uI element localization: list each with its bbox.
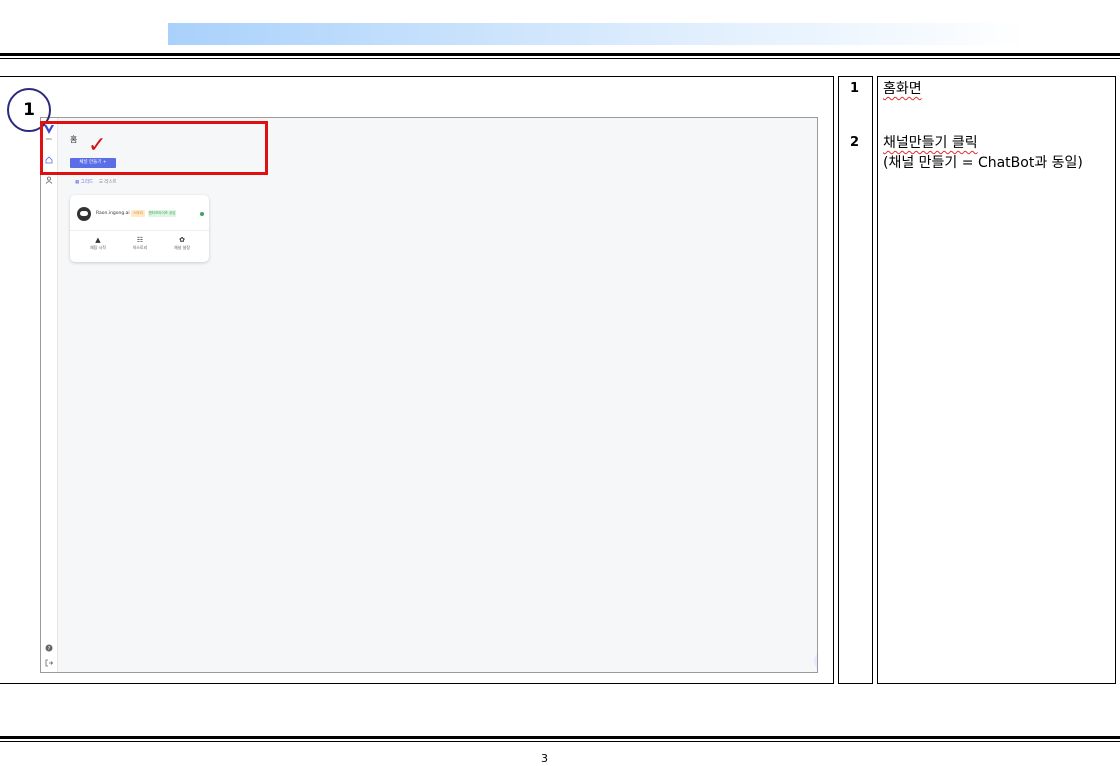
history-action[interactable]: ☷ 히스토리 xyxy=(120,236,160,251)
step-number-1: 1 xyxy=(850,81,860,96)
step-number-column: 1 2 xyxy=(838,76,873,684)
view-toggle: ▦ 그리드 ☰ 리스트 xyxy=(75,179,117,185)
channel-name: Raon.ingong.ai xyxy=(96,211,130,216)
card-divider xyxy=(70,230,209,231)
highlight-box xyxy=(40,121,268,175)
history-label: 히스토리 xyxy=(132,245,148,250)
header-rule-thin xyxy=(0,58,1120,59)
help-icon[interactable]: ? xyxy=(41,644,57,654)
step-number-2: 2 xyxy=(850,135,860,150)
type-badge: 엔터프라이즈 상담 xyxy=(148,210,176,217)
step-description-column: 홈화면 채널만들기 클릭 (채널 만들기 = ChatBot과 동일) xyxy=(877,76,1116,684)
start-chat-action[interactable]: ▲ 채팅 시작 xyxy=(78,236,118,251)
chat-icon: ▲ xyxy=(95,236,101,244)
avatar-inner xyxy=(80,211,88,216)
channel-avatar xyxy=(77,207,91,221)
channel-card[interactable]: Raon.ingong.ai 스타터 엔터프라이즈 상담 ▲ 채팅 시작 ☷ 히… xyxy=(70,195,209,262)
step-2-description-line-1: 채널만들기 클릭 xyxy=(883,134,978,152)
step-1-description: 홈화면 xyxy=(883,81,922,97)
history-icon: ☷ xyxy=(136,236,144,244)
step-2-description-line-2: (채널 만들기 = ChatBot과 동일) xyxy=(883,155,1083,171)
chat-assistant-icon[interactable] xyxy=(814,652,817,670)
status-indicator xyxy=(200,212,204,216)
app-sidebar: DPA ? xyxy=(41,118,58,672)
plan-badge: 스타터 xyxy=(131,210,145,217)
app-screenshot: DPA ? 홈 채널 만들기 + ▦ 그리드 ☰ 리스트 Raon.ingong… xyxy=(40,117,818,673)
check-icon: ✓ xyxy=(88,133,107,158)
footer-rule-thick xyxy=(0,736,1120,739)
tab-grid[interactable]: ▦ 그리드 xyxy=(75,180,93,185)
page-number: 3 xyxy=(541,752,548,765)
header-rule-thick xyxy=(0,53,1120,56)
channel-settings-action[interactable]: ✿ 채널 설정 xyxy=(162,236,202,251)
footer-rule-thin xyxy=(0,741,1120,742)
user-icon[interactable] xyxy=(41,176,57,186)
app-main-area: 홈 채널 만들기 + ▦ 그리드 ☰ 리스트 Raon.ingong.ai 스타… xyxy=(58,118,817,672)
tab-list[interactable]: ☰ 리스트 xyxy=(99,180,117,185)
svg-text:?: ? xyxy=(48,646,51,652)
header-gradient-bar xyxy=(168,23,1028,45)
settings-icon: ✿ xyxy=(179,236,185,244)
start-chat-label: 채팅 시작 xyxy=(90,245,106,250)
channel-settings-label: 채널 설정 xyxy=(174,245,190,250)
logout-icon[interactable] xyxy=(41,659,57,669)
step-2-description-text: 채널만들기 클릭 xyxy=(883,135,978,151)
